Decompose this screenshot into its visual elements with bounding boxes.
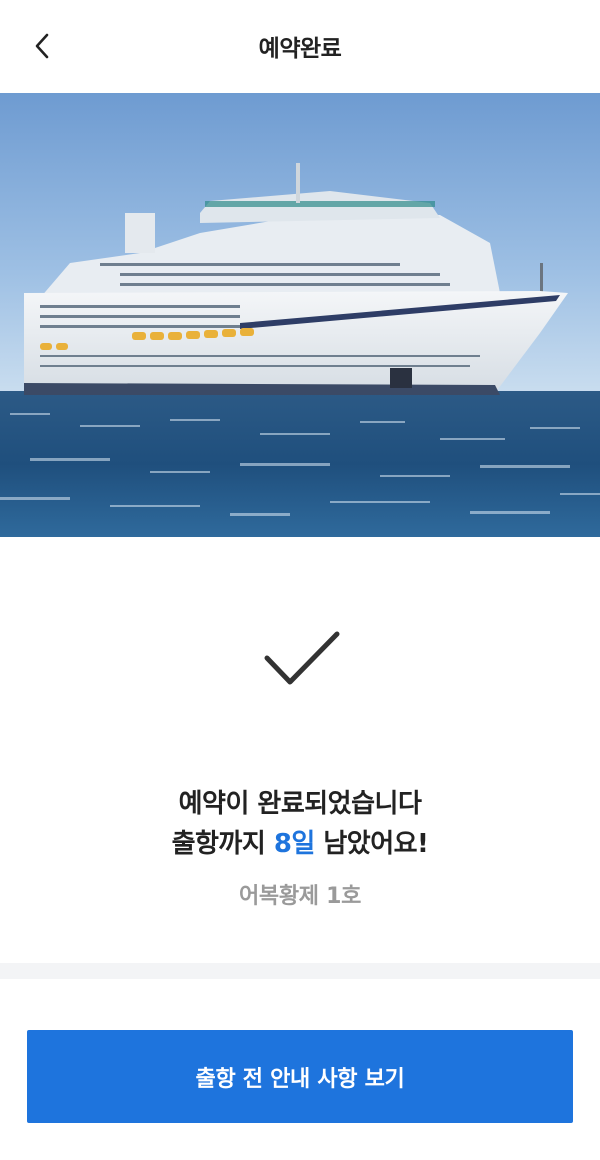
ship-name: 어복황제 1호	[238, 884, 362, 909]
confirmation-line1: 예약이 완료되었습니다	[178, 789, 422, 819]
section-divider	[0, 963, 600, 979]
confirmation-line2: 출항까지 8일 남았어요!	[0, 824, 600, 864]
confirmation-message: 예약이 완료되었습니다 출항까지 8일 남았어요!	[0, 784, 600, 864]
days-left-suffix: 남았어요!	[314, 829, 429, 859]
back-button[interactable]	[22, 26, 62, 66]
checkmark-icon	[264, 631, 340, 685]
page-title: 예약완료	[258, 36, 342, 62]
chevron-left-icon	[35, 33, 49, 59]
view-departure-guide-button[interactable]: 출항 전 안내 사항 보기	[27, 1030, 573, 1123]
days-left-prefix: 출항까지	[171, 829, 274, 859]
days-left-count: 8일	[273, 829, 316, 859]
app-header: 예약완료	[0, 0, 600, 92]
cruise-ship-photo	[0, 93, 600, 537]
hero-image	[0, 93, 600, 537]
